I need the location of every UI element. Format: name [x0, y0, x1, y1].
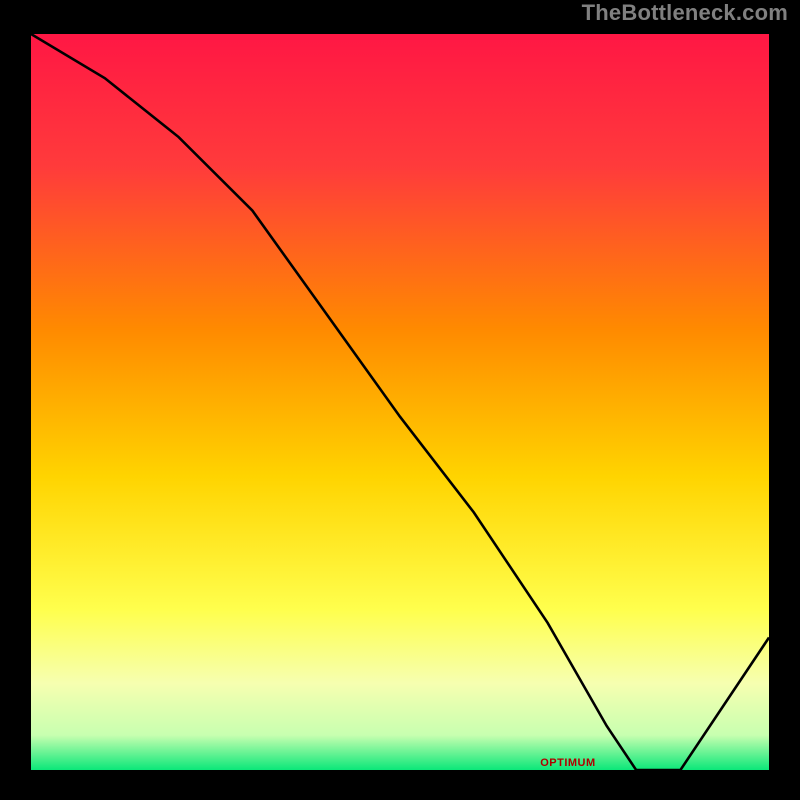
optimum-annotation: OPTIMUM [540, 757, 595, 769]
bottleneck-curve [31, 34, 769, 770]
curve-layer [31, 34, 769, 770]
plot-area: OPTIMUM [25, 28, 775, 776]
watermark-text: TheBottleneck.com [582, 0, 788, 26]
chart-stage: TheBottleneck.com OPTIMUM [0, 0, 800, 800]
